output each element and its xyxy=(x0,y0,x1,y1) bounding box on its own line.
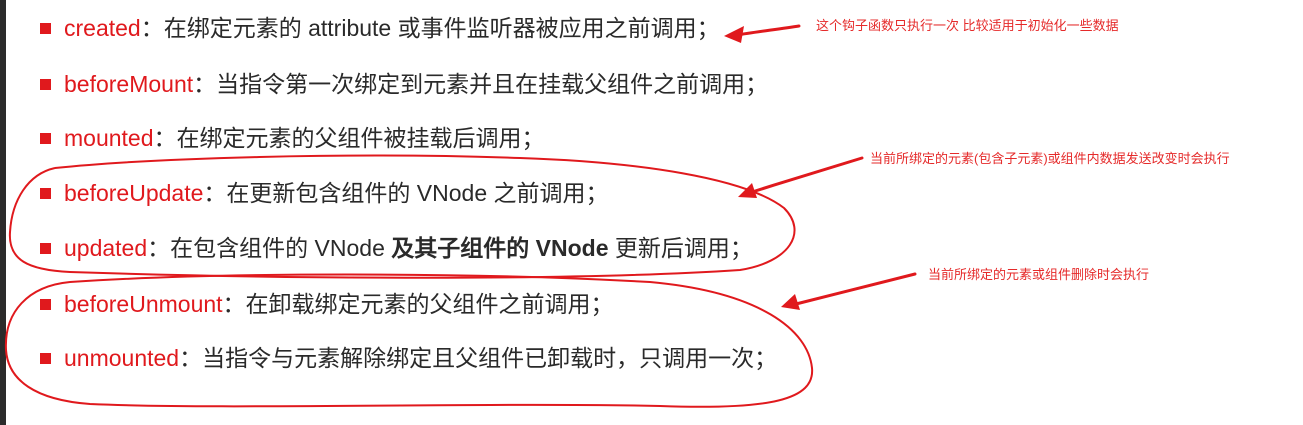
hook-description: 在更新包含组件的 VNode 之前调用； xyxy=(226,180,609,206)
arrow-created-icon xyxy=(735,24,801,37)
arrow-update-head xyxy=(738,183,757,198)
annotation-update: 当前所绑定的元素(包含子元素)或组件内数据发送改变时会执行 xyxy=(870,151,1230,166)
arrow-created-head xyxy=(724,26,744,43)
window-edge xyxy=(0,0,6,425)
hook-description-bold: 及其子组件的 VNode xyxy=(391,235,609,261)
hook-name: mounted xyxy=(64,125,154,151)
hook-description: 当指令与元素解除绑定且父组件已卸载时，只调用一次； xyxy=(202,345,778,371)
hook-name: beforeUpdate xyxy=(64,180,204,206)
bullet-icon xyxy=(40,299,51,310)
hook-item-mounted: mounted：在绑定元素的父组件被挂载后调用； xyxy=(40,123,545,153)
bullet-icon xyxy=(40,79,51,90)
bullet-icon xyxy=(40,133,51,144)
hook-item-updated: updated：在包含组件的 VNode 及其子组件的 VNode 更新后调用； xyxy=(40,233,753,263)
hook-item-beforeupdate: beforeUpdate：在更新包含组件的 VNode 之前调用； xyxy=(40,178,609,208)
hook-item-unmounted: unmounted：当指令与元素解除绑定且父组件已卸载时，只调用一次； xyxy=(40,343,777,373)
hook-item-beforemount: beforeMount：当指令第一次绑定到元素并且在挂载父组件之前调用； xyxy=(40,69,768,99)
hook-item-beforeunmount: beforeUnmount：在卸载绑定元素的父组件之前调用； xyxy=(40,289,614,319)
hook-description: 当指令第一次绑定到元素并且在挂载父组件之前调用； xyxy=(216,71,769,97)
arrow-update-icon xyxy=(750,156,864,194)
bullet-icon xyxy=(40,23,51,34)
hook-name: unmounted xyxy=(64,345,180,371)
hook-name: beforeUnmount xyxy=(64,291,223,317)
hook-description: 在绑定元素的 attribute 或事件监听器被应用之前调用； xyxy=(163,15,720,41)
annotation-unmount: 当前所绑定的元素或组件删除时会执行 xyxy=(928,267,1150,282)
hook-item-created: created：在绑定元素的 attribute 或事件监听器被应用之前调用； xyxy=(40,13,720,43)
hook-description-pre: 在包含组件的 VNode xyxy=(170,235,392,261)
bullet-icon xyxy=(40,243,51,254)
hook-description: 在卸载绑定元素的父组件之前调用； xyxy=(245,291,614,317)
arrow-unmount-icon xyxy=(794,272,917,306)
arrow-unmount-head xyxy=(781,294,800,310)
hook-description: 在绑定元素的父组件被挂载后调用； xyxy=(176,125,545,151)
bullet-icon xyxy=(40,353,51,364)
hook-description-post: 更新后调用； xyxy=(608,235,753,261)
bullet-icon xyxy=(40,188,51,199)
annotation-created: 这个钩子函数只执行一次 比较适用于初始化一些数据 xyxy=(816,18,1119,33)
hook-name: updated xyxy=(64,235,148,261)
hook-name: created xyxy=(64,15,141,41)
hook-name: beforeMount xyxy=(64,71,194,97)
